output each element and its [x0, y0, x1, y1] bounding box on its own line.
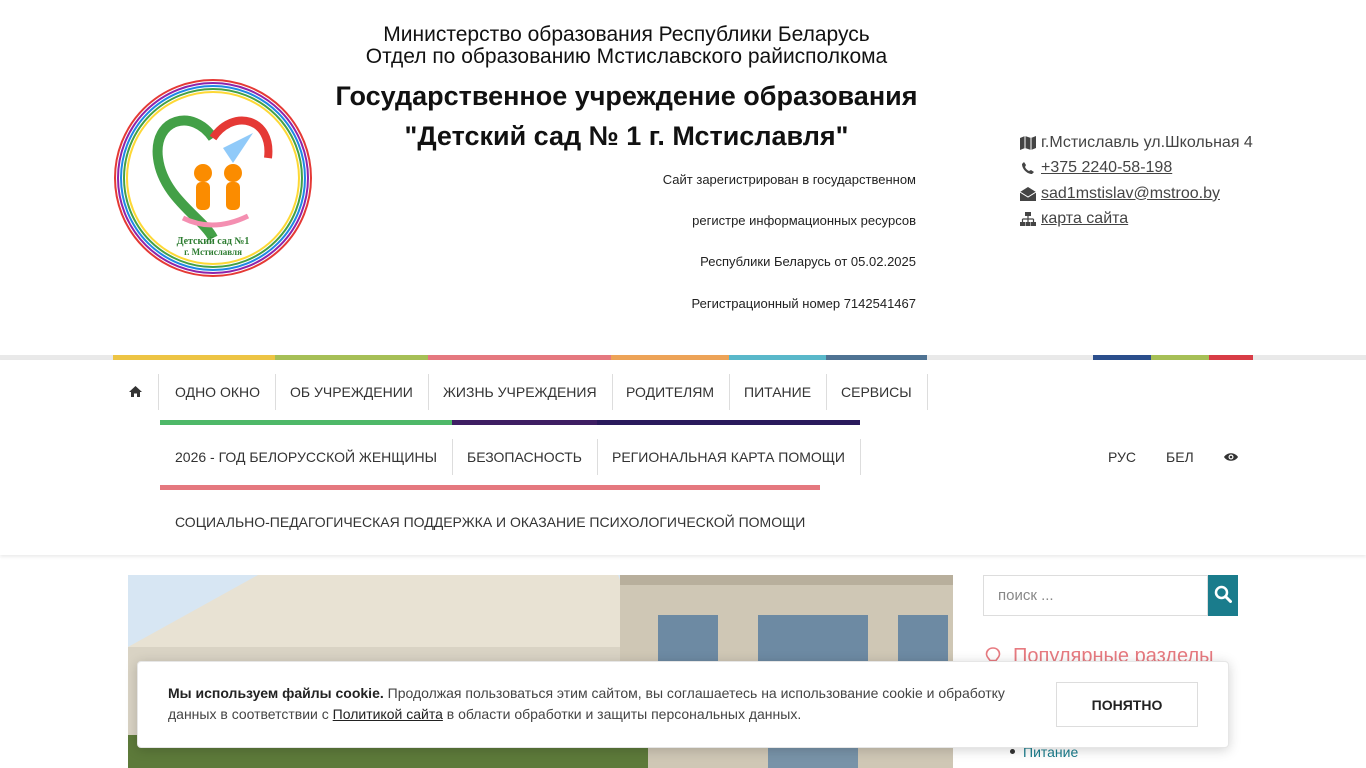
list-bullet	[1010, 749, 1015, 754]
logo-text-2: г. Мстиславля	[184, 247, 242, 257]
address-text: г.Мстиславль ул.Школьная 4	[1041, 133, 1253, 151]
eye-icon	[1224, 449, 1238, 465]
institution-title-2: "Детский сад № 1 г. Мстиславля"	[404, 121, 849, 151]
nav-women-year[interactable]: 2026 - Год белорусской женщины	[160, 439, 453, 475]
sitemap-icon	[1020, 212, 1041, 227]
nav-bar-pink	[160, 485, 820, 490]
nav-one-window[interactable]: Одно окно	[160, 374, 276, 410]
nav-services[interactable]: Сервисы	[826, 374, 928, 410]
nav-food[interactable]: Питание	[729, 374, 828, 410]
search-icon	[1214, 585, 1232, 606]
cookie-message: Мы используем файлы cookie. Продолжая по…	[168, 683, 1028, 725]
main-navigation: Одно окно Об учреждении Жизнь учреждения…	[0, 360, 1366, 555]
privacy-policy-link[interactable]: Политикой сайта	[333, 706, 443, 722]
email-row: sad1mstislav@mstroo.by	[1020, 181, 1253, 207]
registration-number: Регистрационный номер 7142541467	[691, 296, 916, 311]
site-logo[interactable]: Детский сад №1 г. Мстиславля	[113, 78, 314, 278]
envelope-icon	[1020, 186, 1041, 201]
registration-line-3: Республики Беларусь от 05.02.2025	[700, 254, 916, 269]
sitemap-row: карта сайта	[1020, 207, 1253, 233]
address-row: г.Мстиславль ул.Школьная 4	[1020, 130, 1253, 156]
search-button[interactable]	[1208, 575, 1238, 616]
cookie-bold: Мы используем файлы cookie.	[168, 685, 384, 701]
cookie-text-after: в области обработки и защиты персональны…	[442, 706, 802, 722]
search-input[interactable]	[983, 575, 1208, 616]
home-icon	[129, 384, 142, 400]
nav-bar-dark	[597, 420, 860, 425]
lang-ru[interactable]: РУС	[1093, 439, 1151, 475]
search-form	[983, 575, 1238, 616]
logo-text-1: Детский сад №1	[177, 236, 250, 247]
phone-link[interactable]: +375 2240-58-198	[1041, 159, 1172, 177]
site-header: Детский сад №1 г. Мстиславля Министерств…	[0, 0, 1366, 355]
nav-home[interactable]	[113, 374, 159, 410]
sitemap-link[interactable]: карта сайта	[1041, 210, 1128, 228]
nav-help-map[interactable]: Региональная карта помощи	[597, 439, 861, 475]
cookie-accept-button[interactable]: ПОНЯТНО	[1056, 682, 1198, 727]
lang-be[interactable]: БЕЛ	[1151, 439, 1209, 475]
accessibility-toggle[interactable]	[1209, 439, 1253, 475]
nav-social-support[interactable]: Социально-педагогическая поддержка и ока…	[160, 504, 820, 540]
cookie-banner: Мы используем файлы cookie. Продолжая по…	[137, 661, 1229, 748]
phone-icon	[1020, 161, 1041, 175]
nav-bar-purple	[452, 420, 597, 425]
nav-parents[interactable]: Родителям	[611, 374, 731, 410]
nav-about[interactable]: Об учреждении	[275, 374, 429, 410]
email-link[interactable]: sad1mstislav@mstroo.by	[1041, 185, 1220, 203]
nav-bar-green	[160, 420, 452, 425]
map-icon	[1020, 135, 1041, 150]
nav-safety[interactable]: Безопасность	[452, 439, 598, 475]
registration-line-1: Сайт зарегистрирован в государственном	[662, 172, 916, 187]
ministry-title: Министерство образования Республики Бела…	[383, 23, 870, 46]
registration-line-2: регистре информационных ресурсов	[692, 213, 916, 228]
department-title: Отдел по образованию Мстиславского райис…	[365, 45, 888, 68]
contacts-block: г.Мстиславль ул.Школьная 4 +375 2240-58-…	[1020, 130, 1253, 232]
institution-title-1: Государственное учреждение образования	[335, 81, 918, 111]
phone-row: +375 2240-58-198	[1020, 156, 1253, 182]
nav-life[interactable]: Жизнь учреждения	[428, 374, 613, 410]
